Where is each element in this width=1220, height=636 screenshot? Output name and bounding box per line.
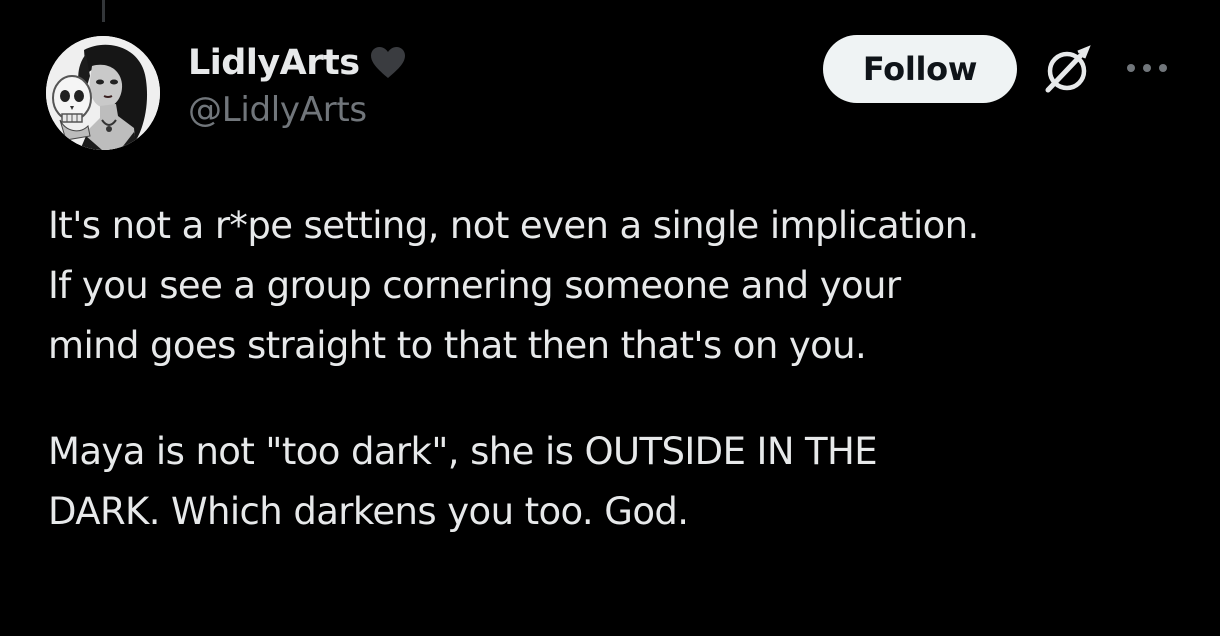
grok-icon[interactable]	[1040, 44, 1096, 96]
tweet-text: It's not a r*pe setting, not even a sing…	[48, 196, 1198, 542]
tweet-header: LidlyArts @LidlyArts	[188, 38, 406, 130]
more-horizontal-icon[interactable]	[1124, 56, 1170, 80]
thread-connector-line	[102, 0, 105, 22]
avatar-illustration	[46, 36, 160, 150]
name-row: LidlyArts	[188, 38, 406, 88]
tweet-paragraph-1: It's not a r*pe setting, not even a sing…	[48, 196, 1198, 376]
author-display-name[interactable]: LidlyArts	[188, 43, 360, 83]
tweet-line: Maya is not "too dark", she is OUTSIDE I…	[48, 430, 878, 473]
tweet-line: mind goes straight to that then that's o…	[48, 324, 867, 367]
author-avatar[interactable]	[46, 36, 160, 150]
follow-button[interactable]: Follow	[823, 35, 1017, 103]
heart-icon	[370, 46, 406, 80]
tweet-line: DARK. Which darkens you too. God.	[48, 490, 689, 533]
author-handle[interactable]: @LidlyArts	[188, 90, 406, 130]
tweet-line: It's not a r*pe setting, not even a sing…	[48, 204, 979, 247]
tweet-paragraph-2: Maya is not "too dark", she is OUTSIDE I…	[48, 422, 1198, 542]
tweet-line: If you see a group cornering someone and…	[48, 264, 901, 307]
